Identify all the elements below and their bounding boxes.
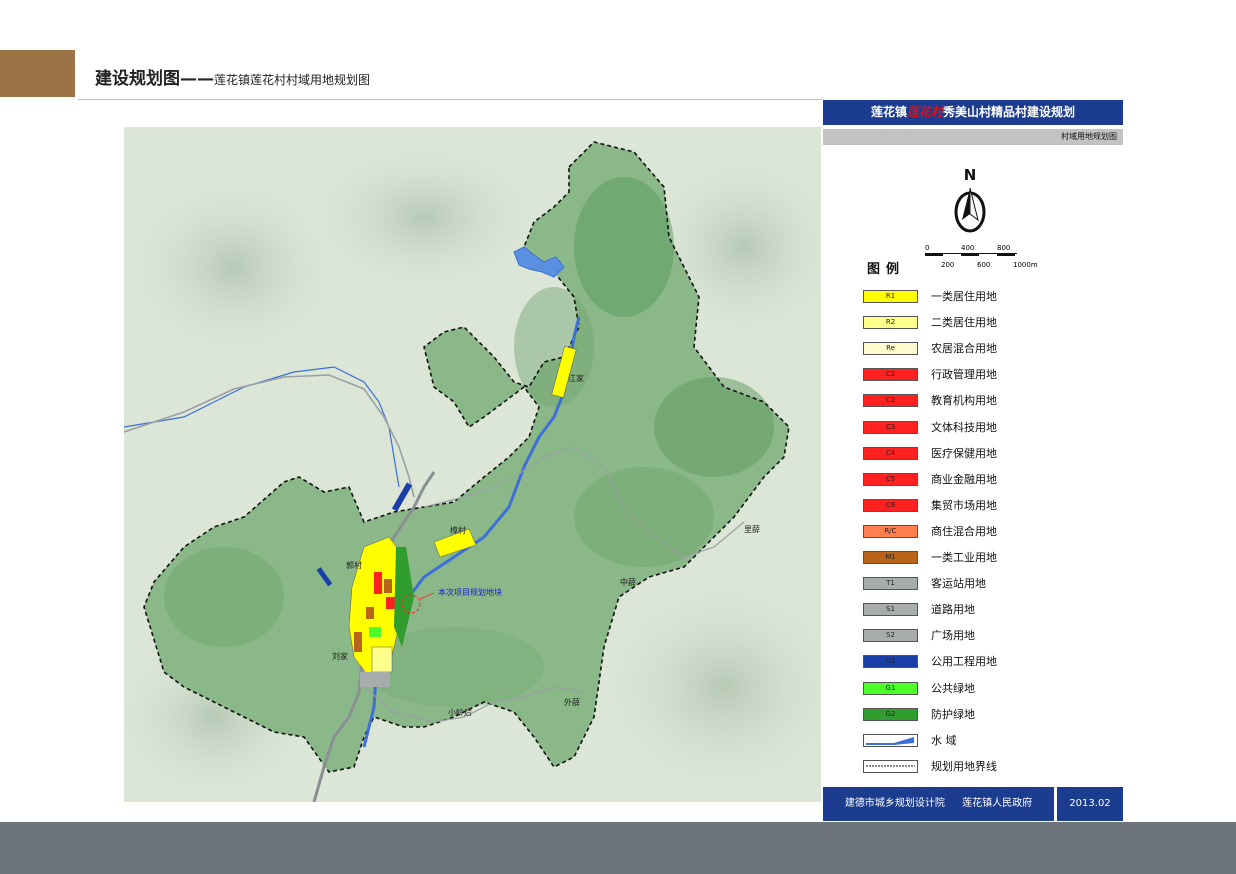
north-label: N [963,166,977,184]
legend-item: 规划用地界线 [863,759,1113,775]
legend-swatch: C1 [863,368,918,382]
legend-swatch: S2 [863,629,918,643]
legend-label: 一类工业用地 [931,551,997,564]
footer-organizations: 建德市城乡规划设计院 莲花镇人民政府 [823,787,1054,821]
legend-swatch: T1 [863,577,918,591]
map-label-jiangbian: 江家 [568,374,584,383]
legend-swatch: G2 [863,707,918,721]
legend-swatch: C5 [863,472,918,486]
map-label-zhongxue: 中薛 [620,578,636,587]
legend-swatch: R2 [863,316,918,330]
legend-label: 行政管理用地 [931,368,997,382]
map-label-xiaolinghou: 小岭后 [448,708,472,717]
legend-swatch [863,733,918,747]
legend-label: 广场用地 [931,629,975,643]
legend-item: G1 公共绿地 [863,681,1113,697]
map-canvas [124,127,821,802]
legend-swatch: C2 [863,394,918,408]
title-accent-block [0,50,75,97]
legend-item: C5 商业金融用地 [863,472,1113,488]
legend-item: U1 公用工程用地 [863,654,1113,670]
legend-label: 教育机构用地 [931,394,997,408]
footer-date: 2013.02 [1057,787,1123,821]
legend-swatch: G1 [863,681,918,695]
legend-label: 二类居住用地 [931,316,997,330]
legend-swatch: C6 [863,498,918,512]
legend-label: 商业金融用地 [931,472,997,486]
title-divider [78,99,823,100]
legend-label: 防护绿地 [931,707,975,721]
legend-item: S1 道路用地 [863,602,1113,618]
legend-item: C2 教育机构用地 [863,393,1113,409]
legend-label: 规划用地界线 [931,759,997,773]
legend-item: R1 一类居住用地 [863,289,1113,305]
legend-label: 一类居住用地 [931,290,997,303]
legend-label: 公用工程用地 [931,655,997,669]
map-label-liujia: 刘家 [332,652,348,661]
legend-swatch: R/C [863,524,918,538]
legend-swatch: M1 [863,551,918,564]
legend-label: 农居混合用地 [931,342,997,356]
page-subtitle: 莲花镇莲花村村域用地规划图 [214,73,371,87]
map-label-lixue: 里薛 [744,525,760,534]
legend-swatch: C4 [863,446,918,460]
project-site-callout: 本次项目规划地块 [438,588,502,597]
legend-item: C6 集贸市场用地 [863,498,1113,514]
map-label-zhangcun: 樟村 [450,526,466,535]
legend-item: R/C 商住混合用地 [863,524,1113,540]
legend-item: G2 防护绿地 [863,707,1113,723]
legend-label: 水 域 [931,733,957,747]
legend-item: T1 客运站用地 [863,576,1113,592]
legend-label: 医疗保健用地 [931,446,997,460]
legend-swatch [863,759,918,773]
legend-item: S2 广场用地 [863,628,1113,644]
legend-title: 图例 [867,262,906,277]
legend-item: C4 医疗保健用地 [863,446,1113,462]
land-use-map[interactable]: 江家 樟村 郭村 刘家 里薛 中薛 小岭后 外薛 本次项目规划地块 [124,127,821,802]
legend-swatch: C3 [863,420,918,434]
bottom-band [0,822,1236,874]
north-arrow-icon: N [945,166,995,236]
legend-item: C3 文体科技用地 [863,420,1113,436]
legend-label: 公共绿地 [931,681,975,695]
legend-label: 客运站用地 [931,577,986,591]
legend-item: C1 行政管理用地 [863,367,1113,383]
legend-item: 水 域 [863,733,1113,749]
legend-label: 道路用地 [931,603,975,617]
map-label-waixue: 外薛 [564,698,580,707]
legend-item: R2 二类居住用地 [863,315,1113,331]
legend-item: Re 农居混合用地 [863,341,1113,357]
legend-label: 文体科技用地 [931,420,997,434]
panel-header: 莲花镇莲花村秀美山村精品村建设规划 [823,100,1123,125]
legend-swatch: S1 [863,603,918,617]
legend-swatch: Re [863,342,918,356]
legend-panel: 莲花镇莲花村秀美山村精品村建设规划 村域用地规划图 N 0 400 800 20… [823,100,1123,823]
legend-label: 集贸市场用地 [931,498,997,512]
panel-subheader: 村域用地规划图 [823,129,1123,145]
legend-item: M1 一类工业用地 [863,550,1113,566]
legend-label: 商住混合用地 [931,524,997,538]
legend-swatch: R1 [863,290,918,303]
scale-bar: 0 400 800 200 600 1000m [925,244,1038,269]
header-village-name: 莲花村 [906,105,943,119]
page-title: 建设规划图——莲花镇莲花村村域用地规划图 [95,69,371,89]
map-label-guocun: 郭村 [346,561,362,570]
legend-swatch: U1 [863,655,918,669]
